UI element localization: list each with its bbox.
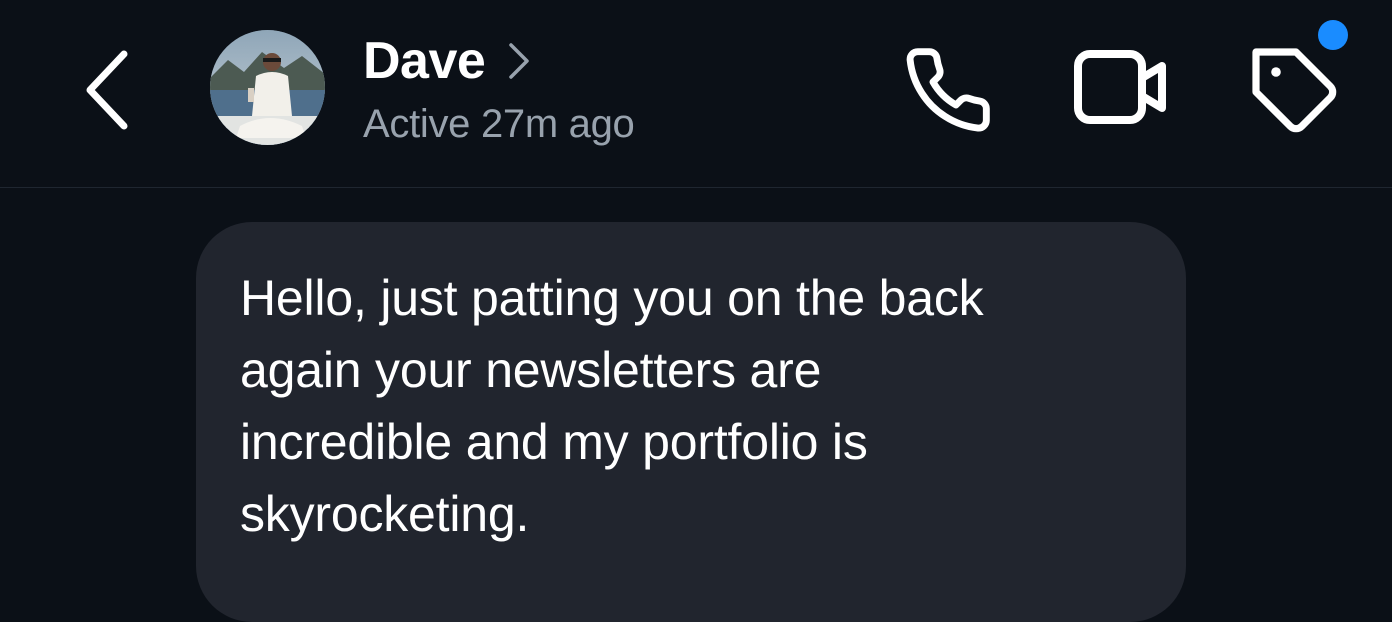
back-button[interactable] xyxy=(80,48,136,132)
chevron-right-icon xyxy=(509,43,530,79)
phone-call-button[interactable] xyxy=(900,44,996,136)
phone-icon xyxy=(906,48,990,132)
chat-header: Dave Active 27m ago xyxy=(0,0,1392,188)
tag-icon xyxy=(1252,48,1337,133)
contact-name: Dave xyxy=(363,32,486,90)
contact-name-row: Dave xyxy=(363,28,635,94)
message-bubble-incoming[interactable]: Hello, just patting you on the back agai… xyxy=(196,222,1186,622)
video-call-button[interactable] xyxy=(1070,46,1172,130)
tag-button[interactable] xyxy=(1246,44,1346,140)
contact-avatar[interactable] xyxy=(210,30,325,145)
chevron-left-icon xyxy=(86,50,128,130)
contact-info[interactable]: Dave Active 27m ago xyxy=(363,28,635,147)
notification-dot xyxy=(1318,20,1348,50)
avatar-image xyxy=(210,30,325,145)
message-text: Hello, just patting you on the back agai… xyxy=(240,270,984,542)
contact-status: Active 27m ago xyxy=(363,102,635,146)
video-camera-icon xyxy=(1074,50,1166,124)
